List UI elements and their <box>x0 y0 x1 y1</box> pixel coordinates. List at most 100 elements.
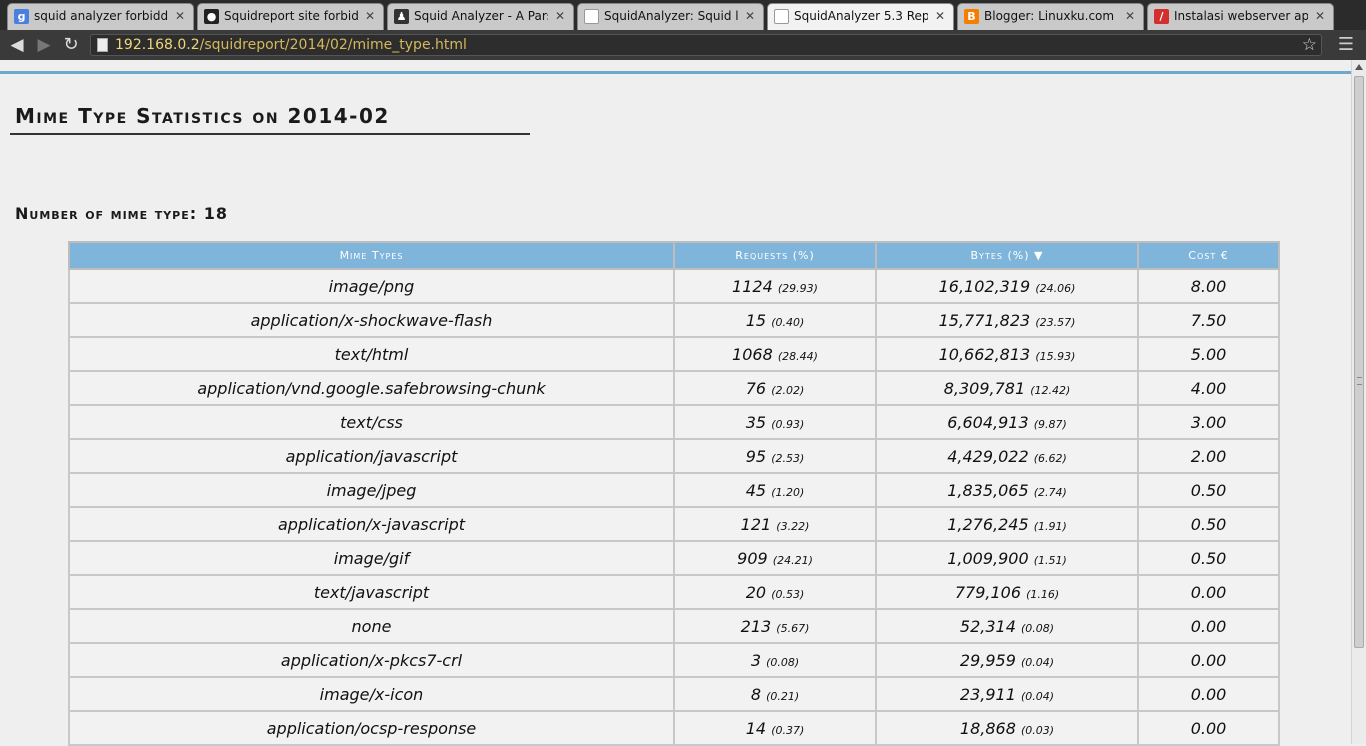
bytes-cell: 4,429,022 (6.62) <box>875 438 1139 474</box>
bytes-value: 16,102,319 <box>938 276 1031 296</box>
mime-type-cell: application/vnd.google.safebrowsing-chun… <box>68 370 675 406</box>
requests-percent: (0.21) <box>766 689 800 703</box>
cost-cell: 7.50 <box>1137 302 1280 338</box>
requests-value: 1124 <box>732 276 773 296</box>
bytes-value: 29,959 <box>959 650 1016 670</box>
address-url[interactable]: 192.168.0.2/squidreport/2014/02/mime_typ… <box>115 35 467 55</box>
requests-value: 8 <box>750 684 761 704</box>
bytes-percent: (12.42) <box>1030 383 1071 397</box>
mime-type-table: Mime Types Requests (%) Bytes (%) ▼ Cost… <box>68 241 1280 746</box>
table-row: image/jpeg 45 (1.20) 1,835,065 (2.74) 0.50 <box>68 472 1280 508</box>
requests-cell: 1124 (29.93) <box>673 268 877 304</box>
table-header-row: Mime Types Requests (%) Bytes (%) ▼ Cost… <box>68 241 1280 270</box>
table-row: application/x-pkcs7-crl 3 (0.08) 29,959 (0… <box>68 642 1280 678</box>
mime-type-cell: image/png <box>68 268 675 304</box>
requests-value: 45 <box>745 480 767 500</box>
scroll-up-arrow-icon[interactable] <box>1355 64 1363 70</box>
browser-tab[interactable]: / Instalasi webserver apach ✕ <box>1147 3 1334 30</box>
browser-tab[interactable]: B Blogger: Linuxku.com - S ✕ <box>957 3 1144 30</box>
page-icon <box>774 9 789 24</box>
tab-title: Squidreport site forbidden <box>224 9 358 23</box>
table-row: text/html 1068 (28.44) 10,662,813 (15.93) 5… <box>68 336 1280 372</box>
table-row: application/ocsp-response 14 (0.37) 18,868… <box>68 710 1280 746</box>
bytes-cell: 15,771,823 (23.57) <box>875 302 1139 338</box>
cost-cell: 0.00 <box>1137 574 1280 610</box>
mime-type-cell: application/x-pkcs7-crl <box>68 642 675 678</box>
scrollbar-grip-icon <box>1357 377 1362 385</box>
address-bar[interactable]: 192.168.0.2/squidreport/2014/02/mime_typ… <box>90 34 1322 56</box>
bytes-cell: 16,102,319 (24.06) <box>875 268 1139 304</box>
browser-tab[interactable]: ♟ Squid Analyzer - A Parser ✕ <box>387 3 574 30</box>
bytes-value: 8,309,781 <box>943 378 1026 398</box>
reload-button[interactable]: ↻ <box>61 35 81 55</box>
bytes-percent: (6.62) <box>1033 451 1067 465</box>
cost-cell: 5.00 <box>1137 336 1280 372</box>
report-menu-bar <box>0 60 1351 71</box>
column-header-bytes[interactable]: Bytes (%) ▼ <box>875 241 1139 270</box>
vertical-scrollbar[interactable] <box>1351 60 1366 744</box>
browser-tab[interactable]: g squid analyzer forbidden ✕ <box>7 3 194 30</box>
cost-cell: 0.00 <box>1137 608 1280 644</box>
tab-close-icon[interactable]: ✕ <box>365 4 375 28</box>
requests-cell: 1068 (28.44) <box>673 336 877 372</box>
requests-cell: 14 (0.37) <box>673 710 877 746</box>
tab-close-icon[interactable]: ✕ <box>175 4 185 28</box>
bytes-cell: 779,106 (1.16) <box>875 574 1139 610</box>
tab-close-icon[interactable]: ✕ <box>745 4 755 28</box>
cost-cell: 0.50 <box>1137 540 1280 576</box>
bytes-percent: (0.04) <box>1021 655 1055 669</box>
requests-percent: (0.53) <box>771 587 805 601</box>
bytes-percent: (0.04) <box>1021 689 1055 703</box>
cost-cell: 8.00 <box>1137 268 1280 304</box>
tab-title: Blogger: Linuxku.com - S <box>984 9 1118 23</box>
penguin-icon: ♟ <box>394 9 409 24</box>
tab-strip: g squid analyzer forbidden ✕ ● Squidreport s… <box>0 0 1366 30</box>
requests-percent: (0.93) <box>771 417 805 431</box>
requests-value: 14 <box>745 718 767 738</box>
browser-tab[interactable]: SquidAnalyzer 5.3 Report ✕ <box>767 3 954 30</box>
mime-type-cell: none <box>68 608 675 644</box>
tab-title: squid analyzer forbidden <box>34 9 168 23</box>
back-button[interactable]: ◀ <box>7 35 27 55</box>
column-header-requests[interactable]: Requests (%) <box>673 241 877 270</box>
bytes-value: 779,106 <box>954 582 1021 602</box>
bookmark-star-icon[interactable]: ☆ <box>1302 35 1317 55</box>
requests-percent: (2.02) <box>771 383 805 397</box>
requests-cell: 3 (0.08) <box>673 642 877 678</box>
bytes-cell: 8,309,781 (12.42) <box>875 370 1139 406</box>
bytes-percent: (9.87) <box>1033 417 1067 431</box>
mime-type-cell: application/x-javascript <box>68 506 675 542</box>
tab-close-icon[interactable]: ✕ <box>555 4 565 28</box>
forward-button[interactable]: ▶ <box>34 35 54 55</box>
column-header-cost[interactable]: Cost € <box>1137 241 1280 270</box>
requests-percent: (0.37) <box>771 723 805 737</box>
title-divider <box>10 133 530 135</box>
table-row: application/javascript 95 (2.53) 4,429,022… <box>68 438 1280 474</box>
mime-type-cell: application/javascript <box>68 438 675 474</box>
column-header-mime[interactable]: Mime Types <box>68 241 675 270</box>
bytes-percent: (15.93) <box>1035 349 1076 363</box>
browser-tab[interactable]: ● Squidreport site forbidden ✕ <box>197 3 384 30</box>
blogger-icon: B <box>964 9 979 24</box>
table-row: image/x-icon 8 (0.21) 23,911 (0.04) 0.00 <box>68 676 1280 712</box>
requests-percent: (1.20) <box>771 485 805 499</box>
browser-tab[interactable]: SquidAnalyzer: Squid log ✕ <box>577 3 764 30</box>
cost-cell: 0.00 <box>1137 676 1280 712</box>
requests-cell: 909 (24.21) <box>673 540 877 576</box>
scrollbar-thumb[interactable] <box>1354 76 1364 648</box>
bytes-percent: (0.03) <box>1021 723 1055 737</box>
requests-value: 909 <box>737 548 768 568</box>
table-row: image/png 1124 (29.93) 16,102,319 (24.06) 8… <box>68 268 1280 304</box>
menu-accent-line <box>0 71 1351 74</box>
requests-value: 3 <box>750 650 761 670</box>
bytes-percent: (1.51) <box>1033 553 1067 567</box>
tab-close-icon[interactable]: ✕ <box>935 4 945 28</box>
menu-icon[interactable]: ☰ <box>1336 35 1356 55</box>
page-title: Mime Type Statistics on 2014-02 <box>15 104 390 128</box>
table-row: application/vnd.google.safebrowsing-chun… <box>68 370 1280 406</box>
requests-value: 35 <box>745 412 767 432</box>
page-icon <box>97 38 108 52</box>
mime-type-cell: image/x-icon <box>68 676 675 712</box>
tab-close-icon[interactable]: ✕ <box>1125 4 1135 28</box>
tab-close-icon[interactable]: ✕ <box>1315 4 1325 28</box>
